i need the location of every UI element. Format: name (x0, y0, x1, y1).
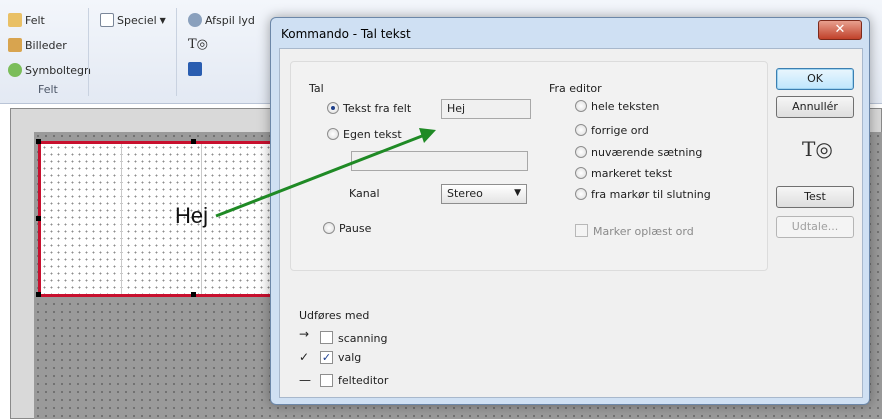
record-tool-button[interactable] (188, 62, 202, 76)
valg-checkbox[interactable]: ✓ (320, 351, 333, 364)
nuvaerende-saetning-radio[interactable] (575, 146, 587, 158)
udfores-med-section-label: Udføres med (299, 309, 370, 322)
kommando-tal-tekst-dialog: Kommando - Tal tekst ✕ Tal Tekst fra fel… (270, 17, 870, 405)
hele-teksten-radio[interactable] (575, 100, 587, 112)
checkmark-icon: ✓ (299, 350, 310, 364)
symbol-icon (8, 63, 22, 77)
kanal-value: Stereo (447, 187, 483, 200)
speaker-icon (188, 13, 202, 27)
selection-handle[interactable] (36, 292, 41, 297)
selection-handle[interactable] (191, 139, 196, 144)
tekst-fra-felt-field[interactable]: Hej (441, 99, 531, 119)
felteditor-checkbox[interactable] (320, 374, 333, 387)
felteditor-label: felteditor (338, 374, 389, 387)
egen-tekst-radio[interactable] (327, 128, 339, 140)
tal-section-label: Tal (309, 82, 324, 95)
selection-handle[interactable] (191, 292, 196, 297)
picture-icon (8, 38, 22, 52)
scanning-checkbox[interactable] (320, 331, 333, 344)
tal-tekst-tool-button[interactable]: T◎ (188, 37, 208, 52)
tekst-fra-felt-radio[interactable] (327, 102, 339, 114)
ribbon-speciel-dropdown[interactable]: Speciel ▼ (100, 13, 166, 27)
speak-text-icon: T◎ (802, 137, 833, 161)
egen-tekst-label: Egen tekst (343, 128, 402, 141)
speak-text-icon: T◎ (188, 37, 209, 52)
record-icon (188, 62, 202, 76)
egen-tekst-field[interactable] (351, 151, 528, 171)
selection-handle[interactable] (36, 139, 41, 144)
ribbon-afspil-lyd-button[interactable]: Afspil lyd (188, 13, 255, 27)
editor-page[interactable] (36, 139, 288, 297)
selection-handle[interactable] (36, 216, 41, 221)
ribbon-separator (176, 8, 177, 96)
ribbon-separator (88, 8, 89, 96)
udtale-button[interactable]: Udtale... (776, 216, 854, 238)
marker-oplaest-ord-checkbox[interactable] (575, 224, 588, 237)
dialog-body: Tal Tekst fra felt Hej Egen tekst Kanal … (279, 48, 863, 398)
kanal-select[interactable]: Stereo ▼ (441, 184, 527, 204)
ribbon-speciel-label: Speciel (117, 13, 157, 27)
scanning-label: scanning (338, 332, 388, 345)
dash-icon: — (299, 373, 311, 387)
annuller-button[interactable]: Annullér (776, 96, 854, 118)
marker-oplaest-ord-label: Marker oplæst ord (593, 225, 694, 238)
markeret-tekst-label: markeret tekst (591, 167, 673, 180)
ribbon-symboltegn-button[interactable]: Symboltegn (8, 63, 91, 77)
nuvaerende-saetning-label: nuværende sætning (591, 146, 703, 159)
pause-radio[interactable] (323, 222, 335, 234)
ribbon-group-label: Felt (38, 83, 58, 96)
ribbon-symboltegn-label: Symboltegn (25, 63, 92, 77)
close-button[interactable]: ✕ (818, 20, 862, 40)
felt-icon (8, 13, 22, 27)
document-icon (100, 13, 114, 27)
forrige-ord-radio[interactable] (575, 124, 587, 136)
tal-panel: Tal Tekst fra felt Hej Egen tekst Kanal … (290, 61, 768, 271)
markeret-tekst-radio[interactable] (575, 167, 587, 179)
kanal-label: Kanal (349, 187, 380, 200)
ribbon-afspil-lyd-label: Afspil lyd (205, 13, 255, 27)
grid-column-line (121, 144, 122, 294)
chevron-down-icon: ▼ (159, 15, 166, 25)
valg-label: valg (338, 351, 362, 364)
ribbon-felt-label: Felt (25, 13, 45, 27)
tekst-fra-felt-label: Tekst fra felt (343, 102, 412, 115)
fra-editor-section-label: Fra editor (549, 82, 602, 95)
hele-teksten-label: hele teksten (591, 100, 660, 113)
forrige-ord-label: forrige ord (591, 124, 649, 137)
ribbon-billeder-button[interactable]: Billeder (8, 38, 67, 52)
ribbon-felt-button[interactable]: Felt (8, 13, 45, 27)
fra-markor-til-slutning-radio[interactable] (575, 188, 587, 200)
cell-text[interactable]: Hej (175, 203, 208, 229)
test-button[interactable]: Test (776, 186, 854, 208)
dialog-title: Kommando - Tal tekst (281, 27, 411, 41)
ok-button[interactable]: OK (776, 68, 854, 90)
ribbon-billeder-label: Billeder (25, 38, 67, 52)
pause-label: Pause (339, 222, 372, 235)
chevron-down-icon: ▼ (514, 188, 521, 198)
arrow-right-icon: → (299, 327, 310, 341)
fra-markor-til-slutning-label: fra markør til slutning (591, 188, 711, 201)
